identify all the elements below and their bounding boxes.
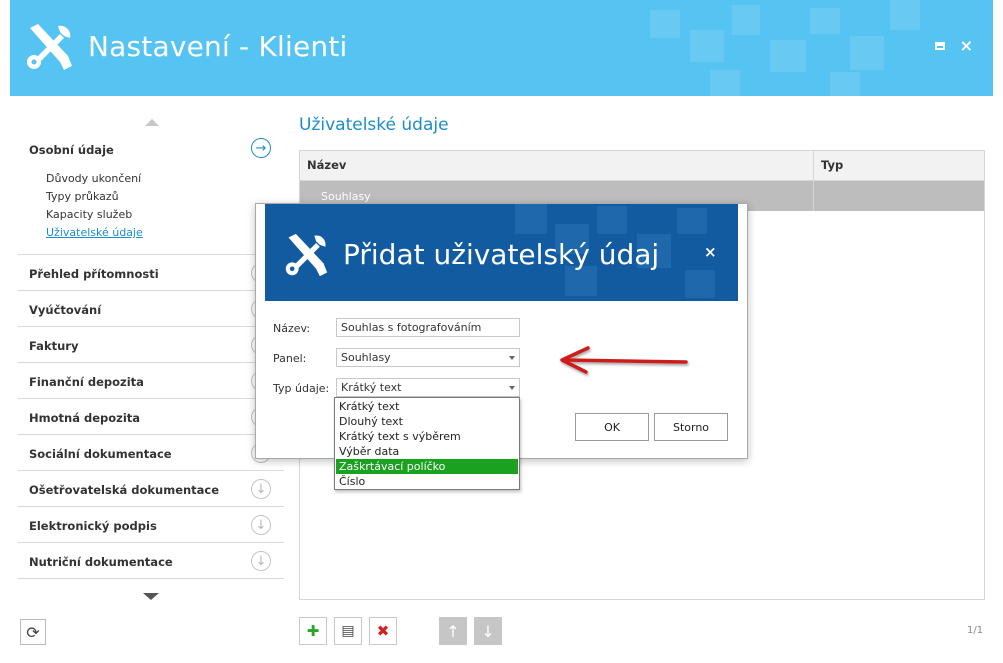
arrow-up-icon: ↑ [446,621,460,641]
plus-icon: ✚ [306,622,320,640]
divider [18,542,284,543]
sidebar-section-vyuctovani[interactable]: Vyúčtování [29,303,101,317]
sidebar-item-kapacity-sluzeb[interactable]: Kapacity služeb [46,208,132,221]
sidebar-section-osetrovatelska-dokumentace[interactable]: Ošetřovatelská dokumentace [29,483,219,497]
dropdown-option-kratky-text-s-vyberem[interactable]: Krátký text s výběrem [336,429,518,444]
delete-icon: ✖ [376,622,390,640]
divider [18,398,284,399]
refresh-button[interactable]: ⟳ [20,619,46,645]
edit-button[interactable]: ▤ [334,617,362,645]
close-window-button[interactable]: × [960,36,973,55]
divider [18,470,284,471]
page-counter: 1/1 [967,625,984,636]
dropdown-option-cislo[interactable]: Číslo [336,474,518,489]
name-label: Název: [273,322,311,335]
dropdown-option-zaskrtavaci-policko[interactable]: Zaškrtávací políčko [336,459,518,474]
sidebar: Osobní údaje → Důvody ukončení Typy průk… [18,108,285,618]
sidebar-section-prehled-pritomnosti[interactable]: Přehled přítomnosti [29,267,159,281]
arrow-down-icon: ↓ [481,621,495,641]
wrench-screwdriver-icon [285,233,328,277]
panel-select[interactable]: Souhlasy [336,348,520,367]
panel-label: Panel: [273,352,307,365]
scroll-down-icon[interactable] [143,593,159,600]
sidebar-section-osobni-udaje[interactable]: Osobní údaje [29,143,114,157]
column-divider [813,151,814,211]
type-label: Typ údaje: [273,382,330,395]
name-input[interactable]: Souhlas s fotografováním [336,318,520,337]
scroll-up-icon[interactable] [145,119,159,126]
sidebar-section-nutricni-dokumentace[interactable]: Nutriční dokumentace [29,555,173,569]
arrow-down-circle-icon[interactable]: ↓ [251,479,271,499]
sidebar-section-elektronicky-podpis[interactable]: Elektronický podpis [29,519,157,533]
ok-button[interactable]: OK [575,413,649,441]
divider [18,434,284,435]
sidebar-item-uzivatelske-udaje[interactable]: Uživatelské údaje [46,226,143,239]
type-select-value: Krátký text [341,381,402,394]
close-dialog-button[interactable]: × [704,243,717,261]
arrow-right-circle-icon[interactable]: → [251,138,271,158]
chevron-down-icon [509,356,515,360]
dropdown-option-dlouhy-text[interactable]: Dlouhý text [336,414,518,429]
move-up-button[interactable]: ↑ [439,617,467,645]
dialog-header: Přidat uživatelský údaj × [265,204,738,301]
panel-select-value: Souhlasy [341,351,391,364]
divider [18,326,284,327]
dropdown-option-vyber-data[interactable]: Výběr data [336,444,518,459]
annotation-arrow-icon [560,346,688,374]
wrench-screwdriver-icon [27,24,72,70]
type-dropdown-list: Krátký text Dlouhý text Krátký text s vý… [334,397,520,490]
arrow-down-circle-icon[interactable]: ↓ [251,551,271,571]
type-select[interactable]: Krátký text [336,378,520,397]
window-header: Nastavení - Klienti × [10,0,993,96]
maximize-icon[interactable] [935,42,945,50]
table-header: Název Typ [300,151,984,181]
table-cell-nazev: Souhlasy [321,190,371,203]
dialog-title: Přidat uživatelský údaj [343,238,660,271]
divider [18,362,284,363]
sidebar-section-socialni-dokumentace[interactable]: Sociální dokumentace [29,447,172,461]
divider [18,506,284,507]
divider [18,290,284,291]
page-title: Uživatelské údaje [299,115,449,135]
sidebar-section-hmotna-depozita[interactable]: Hmotná depozita [29,411,140,425]
window-title: Nastavení - Klienti [88,30,348,63]
move-down-button[interactable]: ↓ [474,617,502,645]
dropdown-option-kratky-text[interactable]: Krátký text [336,399,518,414]
chevron-down-icon [509,386,515,390]
arrow-down-circle-icon[interactable]: ↓ [251,515,271,535]
cancel-button[interactable]: Storno [654,413,728,441]
sidebar-section-financni-depozita[interactable]: Finanční depozita [29,375,144,389]
sidebar-item-duvody-ukonceni[interactable]: Důvody ukončení [46,172,141,185]
delete-button[interactable]: ✖ [369,617,397,645]
divider [18,254,284,255]
column-header-typ[interactable]: Typ [821,158,843,172]
sidebar-item-typy-prukazu[interactable]: Typy průkazů [46,190,119,203]
divider [18,578,284,579]
column-header-nazev[interactable]: Název [307,158,346,172]
add-button[interactable]: ✚ [299,617,327,645]
sidebar-section-faktury[interactable]: Faktury [29,339,78,353]
edit-icon: ▤ [341,623,355,639]
